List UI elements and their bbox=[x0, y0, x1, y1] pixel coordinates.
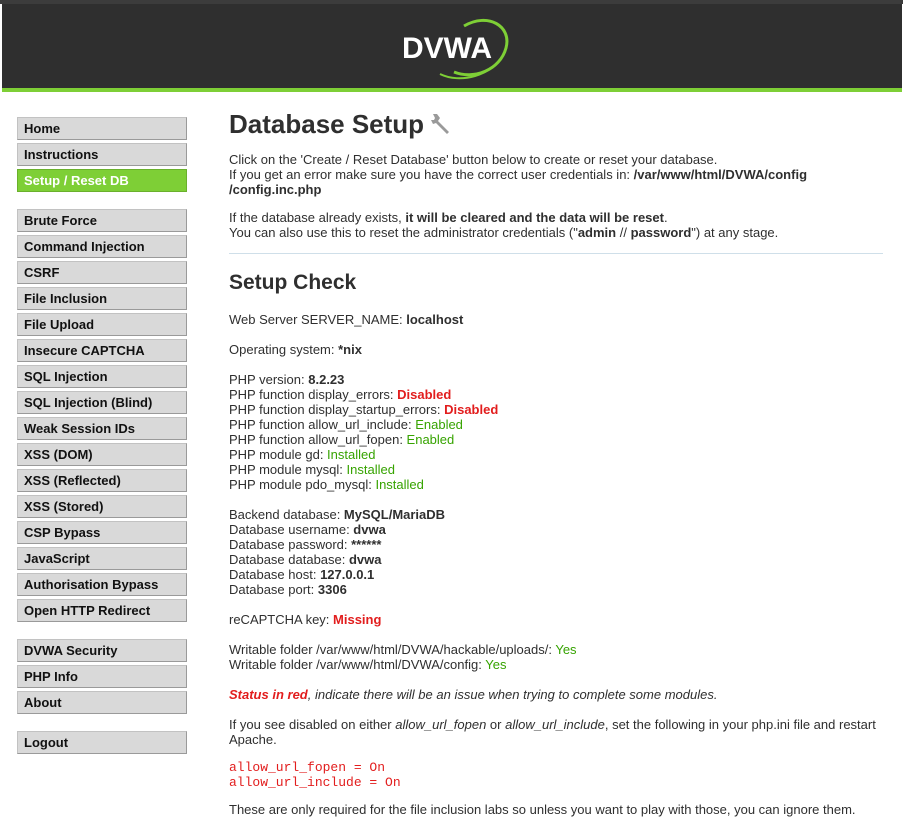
intro-text: Click on the 'Create / Reset Database' b… bbox=[229, 152, 718, 167]
sidebar-item-authorisation-bypass[interactable]: Authorisation Bypass bbox=[17, 573, 187, 596]
sidebar-menu: Home Instructions Setup / Reset DB Brute Fo… bbox=[17, 117, 187, 771]
dvwa-logo[interactable]: DVWA bbox=[400, 14, 510, 80]
db-host-row: Database host: 127.0.0.1 bbox=[229, 567, 375, 582]
admin-credentials-note: You can also use this to reset the admin… bbox=[229, 225, 779, 240]
sidebar-item-file-upload[interactable]: File Upload bbox=[17, 313, 187, 336]
sidebar-item-sql-injection[interactable]: SQL Injection bbox=[17, 365, 187, 388]
status-badge: Yes bbox=[485, 657, 507, 672]
uploads-writable-row: Writable folder /var/www/html/DVWA/hacka… bbox=[229, 642, 577, 657]
header: DVWA bbox=[2, 4, 902, 88]
sidebar-item-file-inclusion[interactable]: File Inclusion bbox=[17, 287, 187, 310]
menu-group: DVWA Security PHP Info About bbox=[17, 639, 187, 714]
recaptcha-row: reCAPTCHA key: Missing bbox=[229, 612, 382, 627]
menu-group: Logout bbox=[17, 731, 187, 754]
status-legend: Status in red, indicate there will be an… bbox=[229, 687, 718, 702]
status-badge: Installed bbox=[375, 477, 424, 492]
reset-warning: If the database already exists, it will … bbox=[229, 210, 668, 225]
sidebar-item-brute-force[interactable]: Brute Force bbox=[17, 209, 187, 232]
menu-group: Brute Force Command Injection CSRF File Inc… bbox=[17, 209, 187, 622]
pdo-mysql-module-row: PHP module pdo_mysql: Installed bbox=[229, 477, 424, 492]
status-badge: Installed bbox=[346, 462, 395, 477]
sidebar-item-php-info[interactable]: PHP Info bbox=[17, 665, 187, 688]
sidebar-item-csrf[interactable]: CSRF bbox=[17, 261, 187, 284]
db-password-row: Database password: ****** bbox=[229, 537, 382, 552]
allow-url-fopen-row: PHP function allow_url_fopen: Enabled bbox=[229, 432, 455, 447]
sidebar-item-xss-stored[interactable]: XSS (Stored) bbox=[17, 495, 187, 518]
status-badge: Enabled bbox=[406, 432, 455, 447]
config-writable-row: Writable folder /var/www/html/DVWA/confi… bbox=[229, 657, 507, 672]
status-badge: Enabled bbox=[415, 417, 463, 432]
status-badge: Disabled bbox=[397, 387, 452, 402]
db-name-row: Database database: dvwa bbox=[229, 552, 382, 567]
server-name-row: Web Server SERVER_NAME: localhost bbox=[229, 312, 464, 327]
page-title-text: Database Setup bbox=[229, 109, 425, 139]
sidebar-item-home[interactable]: Home bbox=[17, 117, 187, 140]
display-startup-errors-row: PHP function display_startup_errors: Dis… bbox=[229, 402, 499, 417]
php-ini-code-block: allow_url_fopen = On allow_url_include =… bbox=[229, 760, 401, 790]
sidebar-item-instructions[interactable]: Instructions bbox=[17, 143, 187, 166]
sidebar-item-logout[interactable]: Logout bbox=[17, 731, 187, 754]
status-badge: Disabled bbox=[444, 402, 499, 417]
db-username-row: Database username: dvwa bbox=[229, 522, 386, 537]
sidebar-item-about[interactable]: About bbox=[17, 691, 187, 714]
page-title: Database Setup bbox=[229, 106, 883, 142]
header-accent-bar bbox=[2, 88, 902, 92]
mysql-module-row: PHP module mysql: Installed bbox=[229, 462, 395, 477]
sidebar-item-command-injection[interactable]: Command Injection bbox=[17, 235, 187, 258]
gd-module-row: PHP module gd: Installed bbox=[229, 447, 376, 462]
os-row: Operating system: *nix bbox=[229, 342, 362, 357]
sidebar-item-javascript[interactable]: JavaScript bbox=[17, 547, 187, 570]
credentials-hint: If you get an error make sure you have t… bbox=[229, 167, 808, 197]
sidebar-item-insecure-captcha[interactable]: Insecure CAPTCHA bbox=[17, 339, 187, 362]
sidebar-item-xss-reflected[interactable]: XSS (Reflected) bbox=[17, 469, 187, 492]
wrench-icon bbox=[431, 114, 450, 134]
php-version-row: PHP version: 8.2.23 bbox=[229, 372, 345, 387]
db-port-row: Database port: 3306 bbox=[229, 582, 347, 597]
allow-url-include-row: PHP function allow_url_include: Enabled bbox=[229, 417, 463, 432]
status-badge: Missing bbox=[333, 612, 382, 627]
php-ini-instructions: If you see disabled on either allow_url_… bbox=[229, 717, 876, 747]
sidebar-item-xss-dom[interactable]: XSS (DOM) bbox=[17, 443, 187, 466]
display-errors-row: PHP function display_errors: Disabled bbox=[229, 387, 452, 402]
main-content: Database Setup Click on the 'Create / Re… bbox=[229, 106, 883, 817]
sidebar-item-open-http-redirect[interactable]: Open HTTP Redirect bbox=[17, 599, 187, 622]
setup-check-title: Setup Check bbox=[229, 271, 357, 294]
status-badge: Installed bbox=[327, 447, 376, 462]
footer-note: These are only required for the file inc… bbox=[229, 802, 856, 817]
svg-text:DVWA: DVWA bbox=[402, 32, 492, 65]
sidebar-item-dvwa-security[interactable]: DVWA Security bbox=[17, 639, 187, 662]
backend-db-row: Backend database: MySQL/MariaDB bbox=[229, 507, 446, 522]
status-badge: Yes bbox=[555, 642, 577, 657]
sidebar-item-weak-session-ids[interactable]: Weak Session IDs bbox=[17, 417, 187, 440]
sidebar-item-csp-bypass[interactable]: CSP Bypass bbox=[17, 521, 187, 544]
menu-group: Home Instructions Setup / Reset DB bbox=[17, 117, 187, 192]
sidebar-item-sql-injection-blind[interactable]: SQL Injection (Blind) bbox=[17, 391, 187, 414]
sidebar-item-setup-reset-db[interactable]: Setup / Reset DB bbox=[17, 169, 187, 192]
